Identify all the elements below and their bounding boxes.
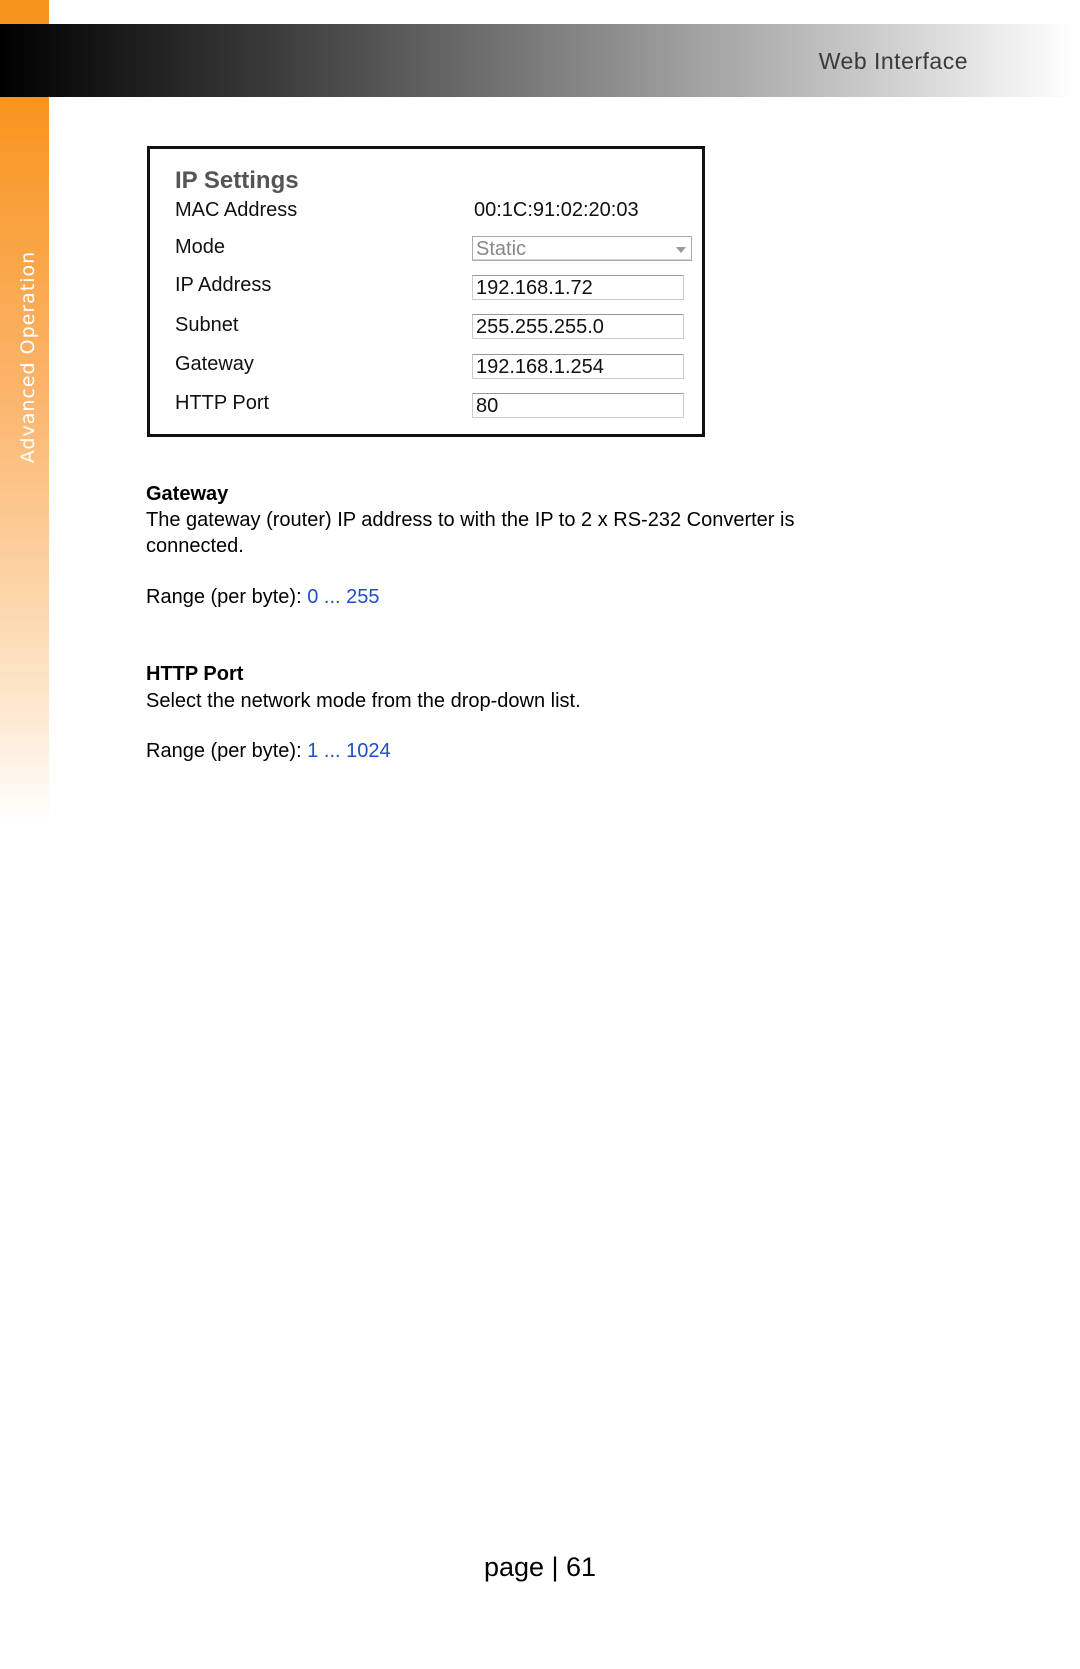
orange-corner-block — [0, 0, 49, 24]
mode-select-value: Static — [476, 238, 527, 260]
range-value: 0 ... 255 — [307, 586, 380, 608]
ip-address-label: IP Address — [175, 274, 272, 296]
http-port-input[interactable]: 80 — [472, 393, 684, 418]
header-title: Web Interface — [818, 48, 968, 74]
mac-address-value: 00:1C:91:02:20:03 — [474, 199, 639, 221]
http-port-heading: HTTP Port — [146, 663, 244, 685]
range-label: Range (per byte): — [146, 586, 302, 608]
mac-address-label: MAC Address — [175, 199, 298, 221]
subnet-input[interactable]: 255.255.255.0 — [472, 314, 684, 339]
panel-title: IP Settings — [175, 167, 299, 194]
subnet-label: Subnet — [175, 314, 239, 336]
range-label: Range (per byte): — [146, 740, 302, 762]
gateway-heading: Gateway — [146, 483, 229, 505]
chevron-down-icon — [676, 247, 686, 253]
http-port-description: Select the network mode from the drop-do… — [146, 690, 581, 712]
page-header-bar: Web Interface — [0, 24, 1075, 97]
gateway-description: The gateway (router) IP address to with … — [146, 509, 795, 557]
http-port-label: HTTP Port — [175, 392, 270, 414]
gateway-input[interactable]: 192.168.1.254 — [472, 354, 684, 379]
mode-label: Mode — [175, 236, 226, 258]
page-number: page | 61 — [483, 1552, 597, 1582]
gateway-range: Range (per byte): 0 ... 255 — [146, 584, 866, 610]
ip-settings-panel: IP Settings MAC Address 00:1C:91:02:20:0… — [147, 146, 705, 437]
ip-address-input[interactable]: 192.168.1.72 — [472, 275, 684, 300]
gateway-label: Gateway — [175, 353, 254, 375]
range-value: 1 ... 1024 — [307, 740, 391, 762]
mode-select[interactable]: Static — [472, 236, 692, 261]
chapter-label: Advanced Operation — [17, 250, 39, 464]
chapter-sidebar: Advanced Operation — [0, 97, 49, 827]
http-port-range: Range (per byte): 1 ... 1024 — [146, 738, 866, 764]
